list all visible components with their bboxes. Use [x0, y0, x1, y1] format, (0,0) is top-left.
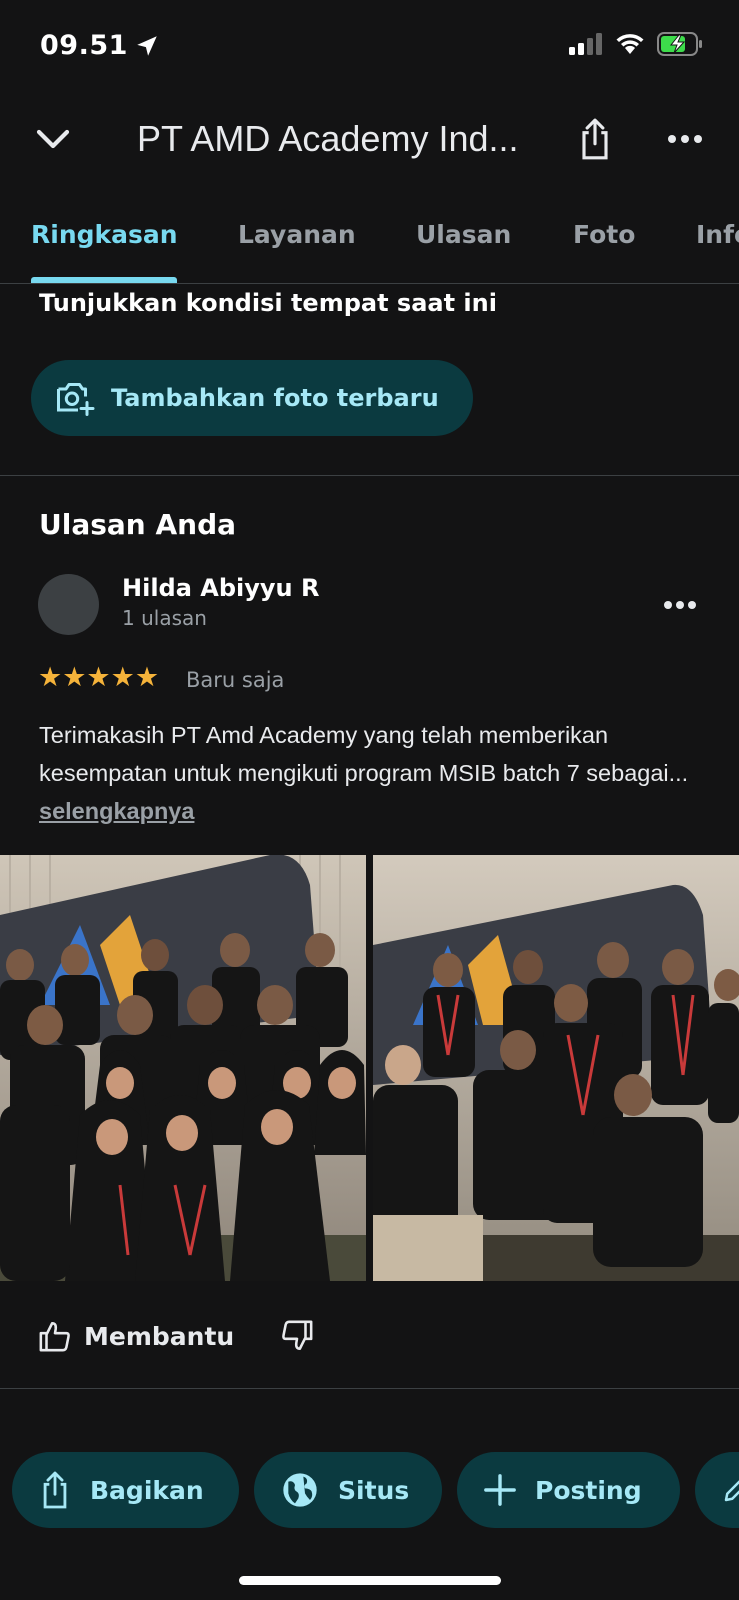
pencil-icon [724, 1480, 739, 1502]
website-action-label: Situs [338, 1475, 410, 1505]
collapse-button[interactable] [28, 114, 78, 164]
signal-icon [569, 33, 602, 55]
section-divider [0, 1388, 739, 1389]
see-more-link[interactable]: selengkapnya [39, 798, 194, 824]
top-app-bar: PT AMD Academy Ind... [0, 100, 739, 180]
review-body: Terimakasih PT Amd Academy yang telah me… [39, 722, 689, 786]
location-arrow-icon [137, 35, 157, 56]
website-action-button[interactable]: Situs [254, 1452, 442, 1528]
tab-ringkasan[interactable]: Ringkasan [31, 220, 178, 249]
tab-bar: Ringkasan Layanan Ulasan Foto Info [0, 200, 739, 284]
wifi-icon [616, 34, 644, 54]
not-helpful-button[interactable] [280, 1320, 314, 1356]
add-photo-button[interactable]: Tambahkan foto terbaru [31, 360, 473, 436]
review-timestamp: Baru saja [186, 668, 285, 692]
status-bar: 09.51 [0, 0, 739, 95]
post-action-label: Posting [535, 1475, 642, 1505]
tab-ulasan[interactable]: Ulasan [416, 220, 511, 249]
tab-foto[interactable]: Foto [573, 220, 635, 249]
status-time: 09.51 [40, 30, 160, 61]
more-horizontal-icon [664, 601, 696, 609]
active-tab-indicator [31, 277, 177, 283]
home-indicator[interactable] [239, 1576, 501, 1585]
plus-icon [484, 1474, 516, 1506]
thumbs-up-icon [39, 1321, 70, 1352]
your-review-heading: Ulasan Anda [39, 508, 237, 541]
share-button[interactable] [570, 114, 620, 164]
chevron-down-icon [36, 129, 70, 149]
current-condition-prompt: Tunjukkan kondisi tempat saat ini [39, 289, 497, 317]
tab-layanan[interactable]: Layanan [238, 220, 356, 249]
star-rating: ★★★★★ [38, 662, 160, 693]
review-photo-2[interactable] [373, 855, 739, 1281]
share-action-label: Bagikan [90, 1475, 204, 1505]
status-time-text: 09.51 [40, 30, 128, 61]
status-indicators [569, 32, 703, 56]
avatar[interactable] [38, 574, 99, 635]
share-icon [43, 1471, 67, 1509]
group-photo-image [0, 855, 366, 1281]
review-options-button[interactable] [655, 590, 705, 620]
share-action-button[interactable]: Bagikan [12, 1452, 239, 1528]
helpful-label: Membantu [84, 1321, 235, 1351]
add-photo-label: Tambahkan foto terbaru [111, 384, 439, 412]
tab-info[interactable]: Info [696, 220, 739, 249]
add-photo-icon [57, 383, 95, 416]
section-divider [0, 475, 739, 476]
reviewer-review-count: 1 ulasan [122, 606, 207, 630]
post-action-button[interactable]: Posting [457, 1452, 680, 1528]
globe-icon [283, 1473, 317, 1507]
thumbs-down-icon [282, 1320, 313, 1351]
group-photo-image [373, 855, 739, 1281]
place-title: PT AMD Academy Ind... [137, 118, 519, 159]
share-icon [582, 118, 608, 160]
reviewer-name[interactable]: Hilda Abiyyu R [122, 574, 319, 602]
more-options-button[interactable] [660, 114, 710, 164]
more-horizontal-icon [668, 135, 702, 143]
review-photo-1[interactable] [0, 855, 366, 1281]
battery-charging-icon [657, 32, 702, 56]
place-details-screen: 09.51 PT AMD Academy Ind... Ringkasan La… [0, 0, 739, 1600]
helpful-button[interactable]: Membantu [38, 1320, 234, 1352]
edit-action-button[interactable] [695, 1452, 739, 1528]
bottom-action-bar: Bagikan Situs Posting [0, 1420, 739, 1528]
review-text[interactable]: Terimakasih PT Amd Academy yang telah me… [39, 716, 699, 830]
review-photos [0, 855, 739, 1281]
